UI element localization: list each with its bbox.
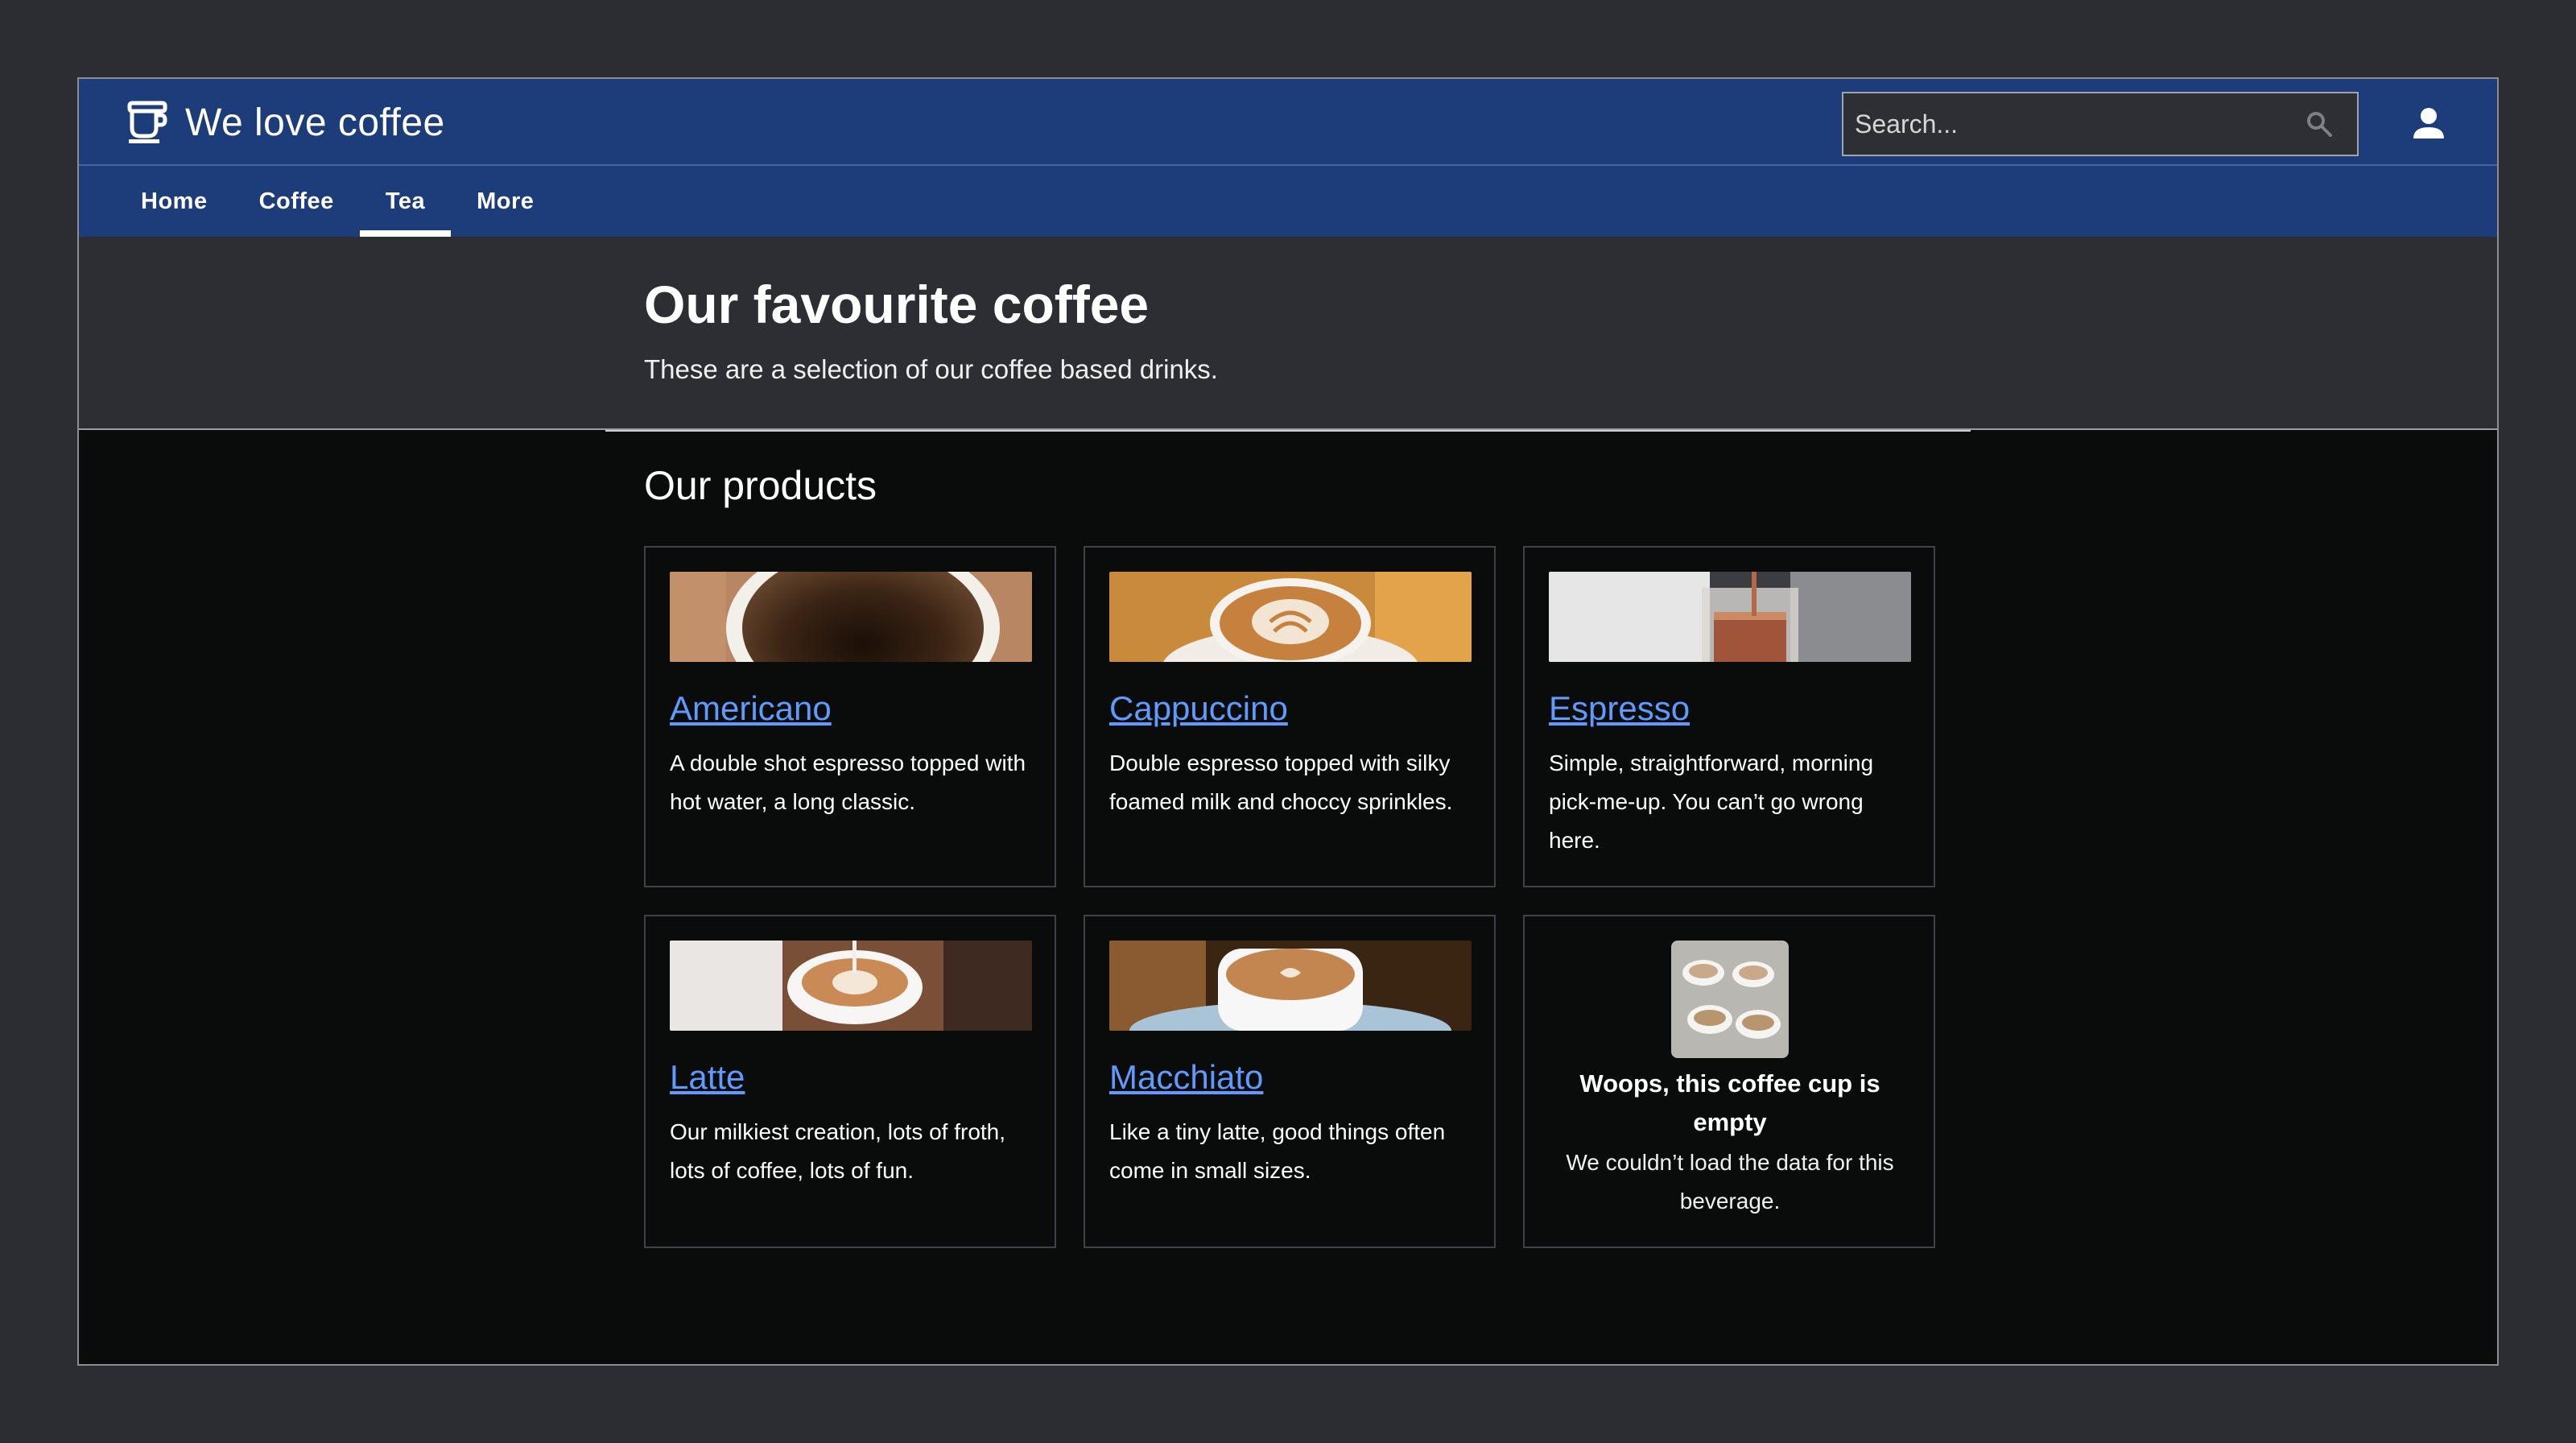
product-link[interactable]: Cappuccino: [1109, 689, 1288, 728]
product-description: Simple, straightforward, morning pick-me…: [1549, 750, 1874, 853]
product-card[interactable]: Americano A double shot espresso topped …: [644, 546, 1056, 887]
brand[interactable]: We love coffee: [127, 100, 445, 145]
divider: [605, 430, 1971, 432]
product-image: [670, 572, 1032, 662]
product-image: [670, 941, 1032, 1031]
search-icon[interactable]: [2306, 110, 2333, 138]
product-card[interactable]: Espresso Simple, straightforward, mornin…: [1523, 546, 1935, 887]
tab-coffee[interactable]: Coffee: [233, 166, 360, 237]
product-link[interactable]: Macchiato: [1109, 1058, 1263, 1097]
product-description: Double espresso topped with silky foamed…: [1109, 750, 1453, 814]
product-description: A double shot espresso topped with hot w…: [670, 750, 1026, 814]
tab-home[interactable]: Home: [115, 166, 233, 237]
page-title: Our favourite coffee: [644, 275, 1150, 334]
empty-state-card: Woops, this coffee cup is empty We could…: [1523, 915, 1935, 1248]
product-link[interactable]: Latte: [670, 1058, 745, 1097]
product-card[interactable]: Latte Our milkiest creation, lots of fro…: [644, 915, 1056, 1248]
tab-tea[interactable]: Tea: [359, 166, 452, 237]
user-icon[interactable]: [2412, 106, 2446, 140]
product-image: [1109, 572, 1472, 662]
coffee-cup-icon: [127, 101, 167, 143]
search-box: [1842, 92, 2359, 156]
app-title: We love coffee: [185, 101, 445, 144]
product-link[interactable]: Espresso: [1549, 689, 1690, 728]
top-bar: We love coffee: [79, 79, 2497, 166]
empty-state-title: Woops, this coffee cup is empty: [1579, 1069, 1880, 1136]
search-input[interactable]: [1843, 93, 2306, 155]
nav-tabs: Home Coffee Tea More: [115, 166, 559, 237]
product-image: [1109, 941, 1472, 1031]
product-description: Our milkiest creation, lots of froth, lo…: [670, 1119, 1006, 1183]
empty-cups-image: [1671, 941, 1789, 1058]
section-heading: Our products: [644, 463, 877, 508]
product-description: Like a tiny latte, good things often com…: [1109, 1119, 1446, 1183]
app-window: We love coffee Home Coffee Tea More Our …: [77, 77, 2499, 1366]
page-subtitle: These are a selection of our coffee base…: [644, 354, 1218, 384]
tab-more[interactable]: More: [451, 166, 559, 237]
product-card[interactable]: Macchiato Like a tiny latte, good things…: [1084, 915, 1496, 1248]
empty-state-description: We couldn’t load the data for this bever…: [1566, 1150, 1894, 1214]
hero-section: Our favourite coffee These are a selecti…: [79, 237, 2497, 430]
product-card[interactable]: Cappuccino Double espresso topped with s…: [1084, 546, 1496, 887]
product-image: [1549, 572, 1911, 662]
nav-bar: Home Coffee Tea More: [79, 166, 2497, 237]
product-link[interactable]: Americano: [670, 689, 832, 728]
